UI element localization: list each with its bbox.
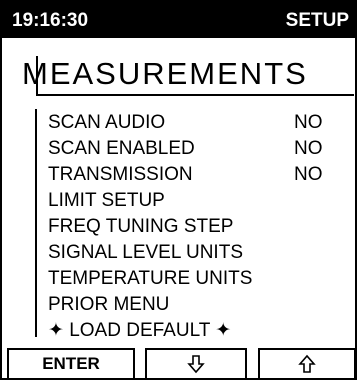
menu-item-limit-setup[interactable]: LIMIT SETUP [48,188,348,214]
enter-button[interactable]: ENTER [7,348,135,380]
menu-item-value: NO [294,112,323,133]
menu-item-scan-audio[interactable]: SCAN AUDIO NO [48,110,348,136]
title-underline [36,94,354,96]
up-arrow-icon [298,354,316,374]
setup-screen: 19:16:30 SETUP MEASUREMENTS SCAN AUDIO N… [0,0,357,380]
menu-item-label: TRANSMISSION [48,164,193,185]
menu-item-prior-menu[interactable]: PRIOR MENU [48,292,348,318]
down-arrow-icon [187,354,205,374]
down-button[interactable] [145,348,247,380]
menu-item-label: LIMIT SETUP [48,190,165,211]
menu-item-label: TEMPERATURE UNITS [48,268,253,289]
menu-item-transmission[interactable]: TRANSMISSION NO [48,162,348,188]
menu-item-load-default[interactable]: ✦ LOAD DEFAULT ✦ [48,318,348,344]
menu-item-freq-tuning-step[interactable]: FREQ TUNING STEP [48,214,348,240]
menu-bracket-line [35,109,37,337]
mode-label: SETUP [285,10,349,31]
menu-item-value: NO [294,164,323,185]
up-button[interactable] [258,348,356,380]
menu-item-label: SCAN AUDIO [48,112,166,133]
menu-item-signal-level-units[interactable]: SIGNAL LEVEL UNITS [48,240,348,266]
page-title: MEASUREMENTS [22,56,308,91]
clock-time: 19:16:30 [12,10,89,31]
menu-item-label: SIGNAL LEVEL UNITS [48,242,243,263]
menu-item-label: PRIOR MENU [48,294,170,315]
menu-item-label: SCAN ENABLED [48,138,195,159]
settings-menu: SCAN AUDIO NO SCAN ENABLED NO TRANSMISSI… [48,110,348,344]
status-bar: 19:16:30 SETUP [2,2,355,38]
menu-item-value: NO [294,138,323,159]
menu-item-scan-enabled[interactable]: SCAN ENABLED NO [48,136,348,162]
menu-item-label: ✦ LOAD DEFAULT ✦ [48,320,232,341]
title-bracket-vertical [36,56,38,96]
menu-item-label: FREQ TUNING STEP [48,216,234,237]
enter-button-label: ENTER [42,354,100,373]
menu-item-temperature-units[interactable]: TEMPERATURE UNITS [48,266,348,292]
